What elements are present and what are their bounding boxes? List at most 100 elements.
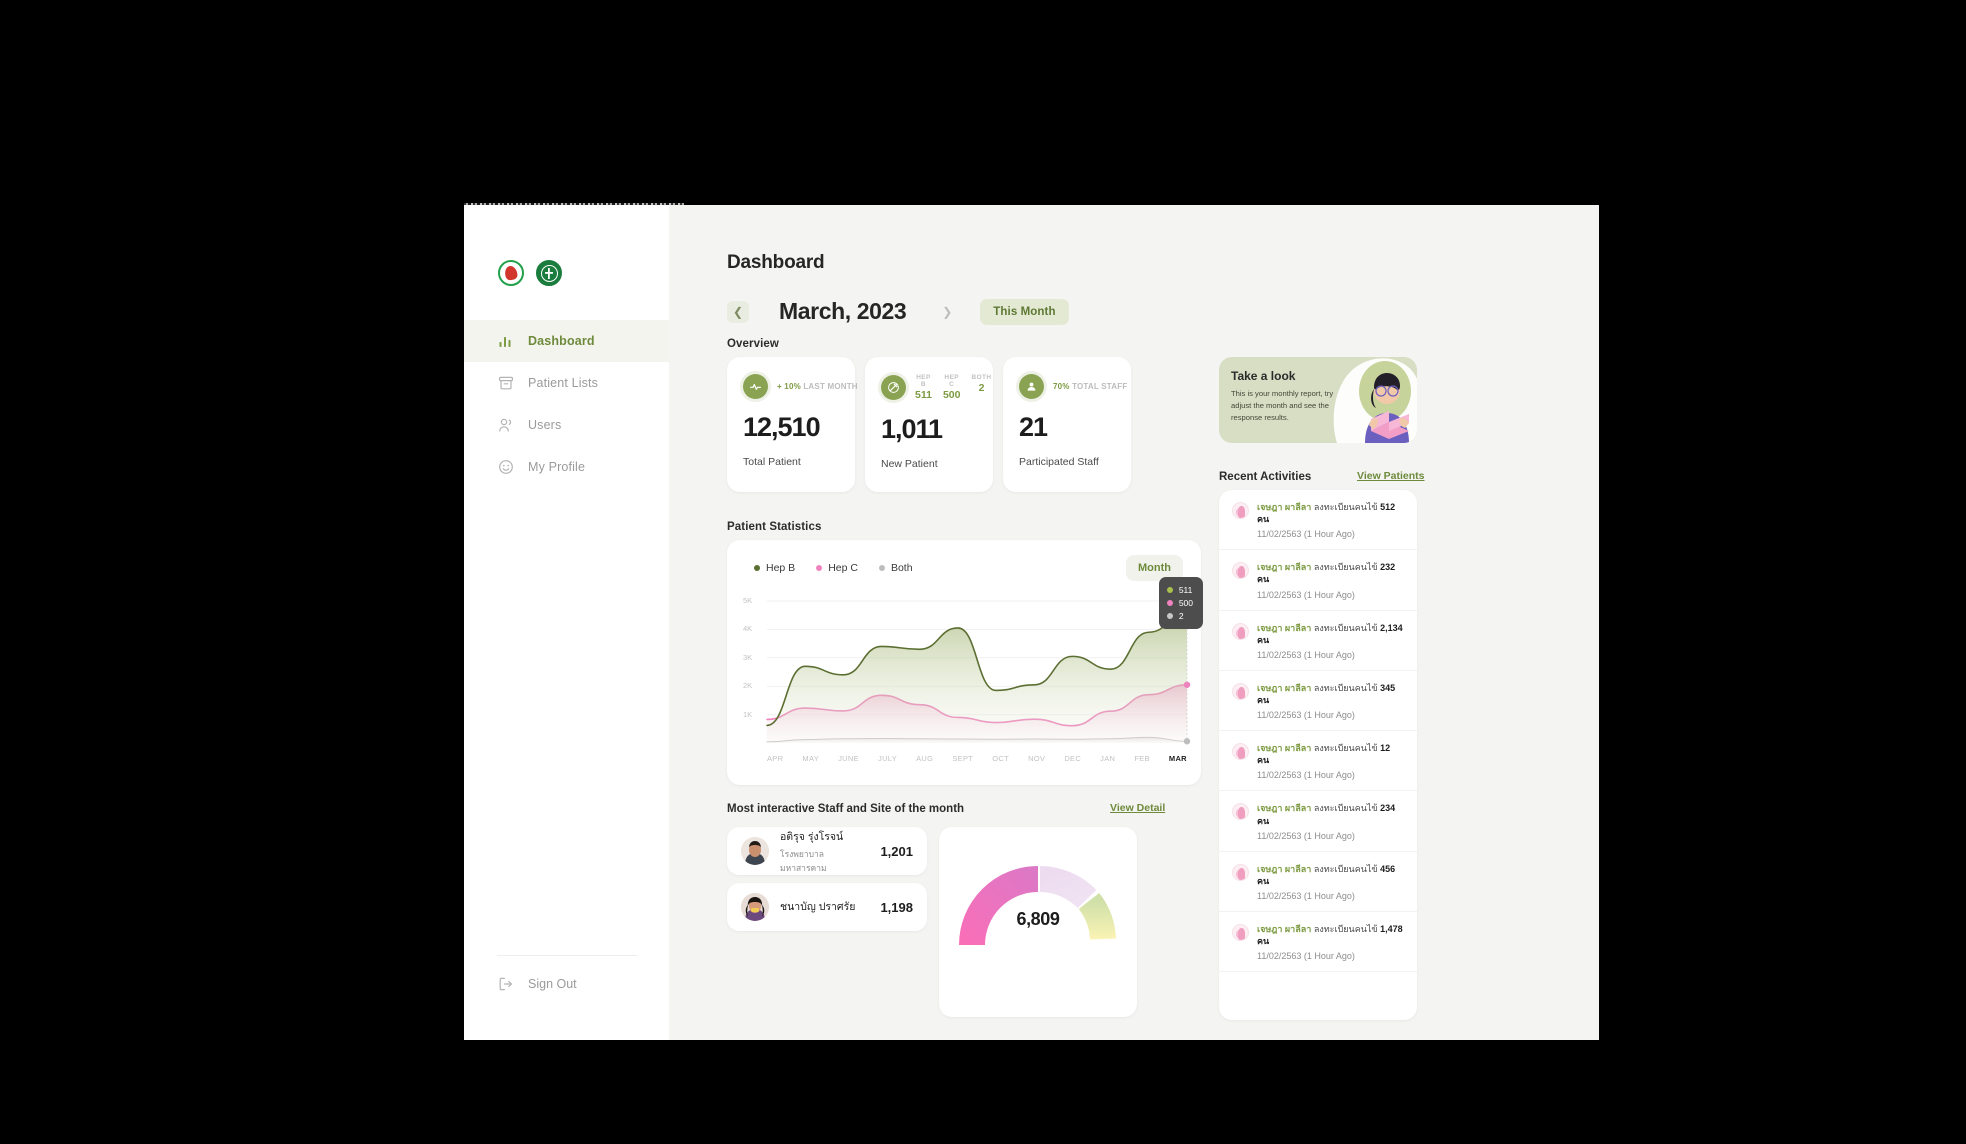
- activity-text: เจษฎา ผาลีลา ลงทะเบียนคนไข้ 1,478 คน 11/0…: [1257, 923, 1404, 961]
- chart-x-tick: MAY: [802, 754, 820, 763]
- overview-value: 21: [1019, 412, 1048, 442]
- legend-label-hep-b: Hep B: [766, 562, 796, 574]
- tooltip-row-hep-b: 511: [1166, 584, 1193, 597]
- activity-action: ลงทะเบียนคนไข้: [1313, 803, 1378, 814]
- tooltip-dot-hep-c: [1166, 600, 1173, 607]
- prev-month-button[interactable]: ❮: [727, 300, 749, 323]
- current-month-label: March, 2023: [779, 298, 907, 324]
- overview-delta: 70% TOTAL STAFF: [1053, 382, 1127, 391]
- activity-time: 11/02/2563 (1 Hour Ago): [1257, 710, 1355, 721]
- activity-user: เจษฎา ผาลีลา: [1257, 622, 1312, 633]
- chart-y-tick: 2K: [743, 681, 753, 691]
- chart-x-axis: APR MAY JUNE JULY AUG SEPT OCT NOV DEC JAN FEB MAR: [767, 754, 1187, 763]
- hep-breakdown-table: HEP B 511 HEP C 500 BOTH 2: [915, 374, 992, 401]
- legend-dot-hep-b: [754, 565, 760, 571]
- delta-caption: LAST MONTH: [803, 382, 858, 391]
- sidebar-item-patient-lists[interactable]: Patient Lists: [464, 362, 669, 404]
- users-icon: [499, 418, 512, 432]
- activity-headline: เจษฎา ผาลีลา ลงทะเบียนคนไข้ 456 คน: [1257, 863, 1404, 887]
- legend-item-both[interactable]: Both: [878, 562, 913, 574]
- chart-y-tick: 3K: [743, 652, 753, 662]
- activity-row[interactable]: เจษฎา ผาลีลา ลงทะเบียนคนไข้ 456 คน 11/02/…: [1219, 852, 1417, 912]
- sign-out-button[interactable]: Sign Out: [498, 976, 577, 992]
- male-portrait-avatar: [741, 837, 769, 865]
- staff-card[interactable]: อติรุจ รุ่งโรจน์ โรงพยาบาลมหาสารคาม 1,20…: [727, 827, 927, 875]
- overview-cards: + 10% LAST MONTH 12,510 Total Patient HE…: [727, 357, 1131, 492]
- activity-action: ลงทะเบียนคนไข้: [1313, 562, 1378, 573]
- chart-x-tick: JUNE: [838, 754, 859, 763]
- chart-y-tick: 1K: [743, 709, 753, 719]
- activity-action: ลงทะเบียนคนไข้: [1313, 502, 1378, 512]
- sidebar-item-my-profile[interactable]: My Profile: [464, 446, 669, 488]
- activity-text: เจษฎา ผาลีลา ลงทะเบียนคนไข้ 2,134 คน 11/0…: [1257, 622, 1404, 660]
- patient-statistics-label: Patient Statistics: [727, 521, 822, 533]
- legend-item-hep-c[interactable]: Hep C: [816, 562, 858, 574]
- activity-row[interactable]: เจษฎา ผาลีลา ลงทะเบียนคนไข้ 1,478 คน 11/0…: [1219, 912, 1417, 973]
- activity-action: ลงทะเบียนคนไข้: [1313, 622, 1378, 633]
- chart-y-tick: 4K: [743, 624, 753, 634]
- activity-row[interactable]: เจษฎา ผาลีลา ลงทะเบียนคนไข้ 232 คน 11/02/…: [1219, 550, 1417, 611]
- next-month-button[interactable]: ❯: [936, 301, 958, 323]
- activity-time: 11/02/2563 (1 Hour Ago): [1257, 589, 1355, 600]
- chart-legend: Hep B Hep C Both: [754, 562, 913, 574]
- legend-label-both: Both: [890, 562, 913, 574]
- patient-statistics-area-chart: [766, 600, 1191, 745]
- sidebar-item-users[interactable]: Users: [464, 404, 669, 446]
- activity-row[interactable]: เจษฎา ผาลีลา ลงทะเบียนคนไข้ 12 คน 11/02/2…: [1219, 731, 1417, 792]
- staff-info: ชนาบัญ ปราศรัย: [780, 898, 855, 917]
- activity-headline: เจษฎา ผาลีลา ลงทะเบียนคนไข้ 234 คน: [1257, 802, 1404, 826]
- activity-row[interactable]: เจษฎา ผาลีลา ลงทะเบียนคนไข้ 512 คน 11/02/…: [1219, 490, 1417, 551]
- ministry-public-health-logo-icon: [536, 260, 562, 286]
- tooltip-row-hep-c: 500: [1166, 597, 1193, 610]
- overview-card-new-patient[interactable]: HEP B 511 HEP C 500 BOTH 2 1,011 New Pat…: [865, 357, 993, 492]
- chart-x-tick: SEPT: [952, 754, 974, 763]
- promo-title: Take a look: [1231, 369, 1296, 383]
- staff-count: 1,198: [880, 899, 913, 915]
- hep-c-header: HEP C: [944, 374, 959, 388]
- both-value: 2: [978, 382, 985, 394]
- activity-user: เจษฎา ผาลีลา: [1257, 562, 1312, 573]
- recent-activities-heading: Recent Activities: [1219, 471, 1312, 483]
- activity-text: เจษฎา ผาลีลา ลงทะเบียนคนไข้ 234 คน 11/02/…: [1257, 802, 1404, 840]
- take-a-look-card[interactable]: Take a look This is your monthly report,…: [1219, 357, 1417, 443]
- activity-text: เจษฎา ผาลีลา ลงทะเบียนคนไข้ 12 คน 11/02/2…: [1257, 742, 1404, 780]
- chart-x-tick: DEC: [1064, 754, 1082, 763]
- activity-row[interactable]: เจษฎา ผาลีลา ลงทะเบียนคนไข้ 2,134 คน 11/0…: [1219, 611, 1417, 671]
- recent-activities-list[interactable]: เจษฎา ผาลีลา ลงทะเบียนคนไข้ 512 คน 11/02/…: [1219, 490, 1417, 1020]
- app-window: Dashboard Patient Lists Users My Profile…: [464, 205, 1599, 1040]
- overview-card-total-patient[interactable]: + 10% LAST MONTH 12,510 Total Patient: [727, 357, 858, 492]
- activity-user: เจษฎา ผาลีลา: [1257, 803, 1312, 814]
- activity-row[interactable]: เจษฎา ผาลีลา ลงทะเบียนคนไข้ 234 คน 11/02/…: [1219, 791, 1417, 852]
- activity-row[interactable]: เจษฎา ผาลีลา ลงทะเบียนคนไข้ 345 คน 11/02/…: [1219, 671, 1417, 732]
- activity-action: ลงทะเบียนคนไข้: [1313, 923, 1378, 934]
- hep-b-column: HEP B 511: [915, 374, 932, 401]
- chart-x-tick: AUG: [916, 754, 934, 763]
- activity-time: 11/02/2563 (1 Hour Ago): [1257, 529, 1355, 540]
- activity-text: เจษฎา ผาลีลา ลงทะเบียนคนไข้ 456 คน 11/02/…: [1257, 863, 1404, 901]
- sign-out-label: Sign Out: [528, 977, 577, 991]
- pulse-activity-icon: [743, 374, 768, 399]
- bar-chart-icon: [499, 337, 511, 347]
- both-column: BOTH 2: [971, 374, 991, 401]
- overview-section-label: Overview: [727, 338, 779, 350]
- chart-tooltip: 511 500 2: [1158, 577, 1203, 630]
- activity-avatar: [1232, 562, 1249, 580]
- activity-headline: เจษฎา ผาลีลา ลงทะเบียนคนไข้ 12 คน: [1257, 742, 1404, 766]
- view-patients-link[interactable]: View Patients: [1357, 470, 1425, 482]
- legend-item-hep-b[interactable]: Hep B: [754, 562, 795, 574]
- chart-y-tick: 5K: [743, 596, 753, 605]
- hep-b-value: 511: [915, 389, 932, 401]
- activity-text: เจษฎา ผาลีลา ลงทะเบียนคนไข้ 232 คน 11/02/…: [1257, 561, 1404, 599]
- staff-card[interactable]: ชนาบัญ ปราศรัย 1,198: [727, 883, 927, 931]
- view-detail-link[interactable]: View Detail: [1110, 802, 1165, 814]
- this-month-button[interactable]: This Month: [980, 298, 1069, 325]
- overview-card-participated-staff[interactable]: 70% TOTAL STAFF 21 Participated Staff: [1003, 357, 1131, 492]
- chart-x-tick: OCT: [992, 754, 1009, 763]
- activity-user: เจษฎา ผาลีลา: [1257, 682, 1312, 693]
- activity-time: 11/02/2563 (1 Hour Ago): [1257, 649, 1355, 660]
- activity-time: 11/02/2563 (1 Hour Ago): [1257, 951, 1355, 962]
- staff-info: อติรุจ รุ่งโรจน์ โรงพยาบาลมหาสารคาม: [780, 828, 869, 875]
- staff-name: ชนาบัญ ปราศรัย: [780, 900, 856, 913]
- sidebar-item-dashboard[interactable]: Dashboard: [464, 320, 672, 362]
- activity-avatar: [1232, 622, 1249, 640]
